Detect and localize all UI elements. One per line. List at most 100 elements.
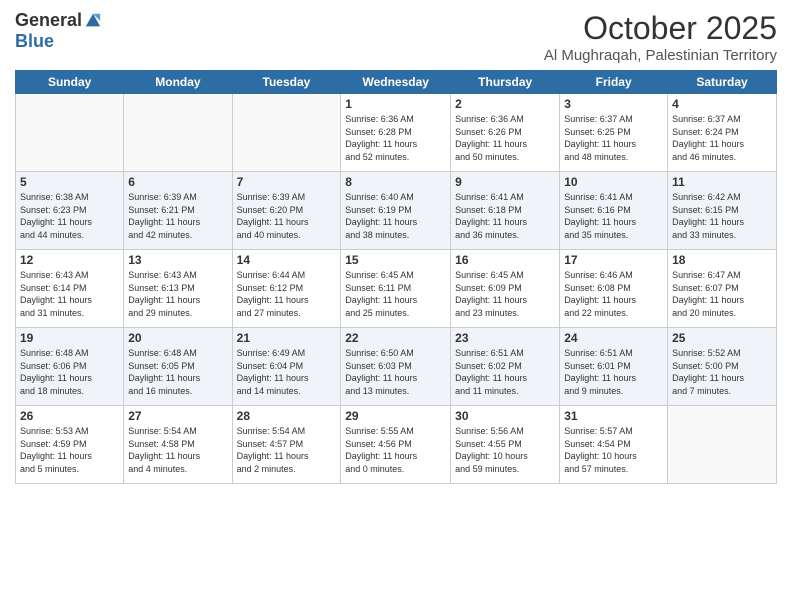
day-info: Sunrise: 6:45 AM Sunset: 6:09 PM Dayligh… bbox=[455, 269, 555, 319]
day-info: Sunrise: 6:44 AM Sunset: 6:12 PM Dayligh… bbox=[237, 269, 337, 319]
logo-general-text: General bbox=[15, 10, 82, 31]
header-thursday: Thursday bbox=[451, 71, 560, 94]
day-info: Sunrise: 6:41 AM Sunset: 6:18 PM Dayligh… bbox=[455, 191, 555, 241]
day-info: Sunrise: 6:47 AM Sunset: 6:07 PM Dayligh… bbox=[672, 269, 772, 319]
day-info: Sunrise: 6:49 AM Sunset: 6:04 PM Dayligh… bbox=[237, 347, 337, 397]
day-info: Sunrise: 5:55 AM Sunset: 4:56 PM Dayligh… bbox=[345, 425, 446, 475]
table-row: 7 Sunrise: 6:39 AM Sunset: 6:20 PM Daylig… bbox=[232, 172, 341, 250]
day-number: 15 bbox=[345, 253, 446, 267]
table-row: 10Sunrise: 6:41 AM Sunset: 6:16 PM Dayli… bbox=[560, 172, 668, 250]
table-row: 21 Sunrise: 6:49 AM Sunset: 6:04 PM Dayli… bbox=[232, 328, 341, 406]
table-row: 17 Sunrise: 6:46 AM Sunset: 6:08 PM Dayli… bbox=[560, 250, 668, 328]
day-number: 12 bbox=[20, 253, 119, 267]
day-number: 3 bbox=[564, 97, 663, 111]
day-number: 31 bbox=[564, 409, 663, 423]
logo-icon bbox=[84, 12, 102, 30]
calendar-table: Sunday Monday Tuesday Wednesday Thursday… bbox=[15, 70, 777, 484]
table-row: 13 Sunrise: 6:43 AM Sunset: 6:13 PM Dayli… bbox=[124, 250, 232, 328]
day-number: 9 bbox=[455, 175, 555, 189]
day-info: Sunrise: 6:39 AM Sunset: 6:20 PM Dayligh… bbox=[237, 191, 337, 241]
table-row: 28Sunrise: 5:54 AM Sunset: 4:57 PM Dayli… bbox=[232, 406, 341, 484]
day-info: Sunrise: 6:48 AM Sunset: 6:06 PM Dayligh… bbox=[20, 347, 119, 397]
day-number: 6 bbox=[128, 175, 227, 189]
day-number: 22 bbox=[345, 331, 446, 345]
day-number: 25 bbox=[672, 331, 772, 345]
day-number: 30 bbox=[455, 409, 555, 423]
day-info: Sunrise: 6:43 AM Sunset: 6:14 PM Dayligh… bbox=[20, 269, 119, 319]
header-sunday: Sunday bbox=[16, 71, 124, 94]
day-info: Sunrise: 6:46 AM Sunset: 6:08 PM Dayligh… bbox=[564, 269, 663, 319]
day-info: Sunrise: 5:54 AM Sunset: 4:58 PM Dayligh… bbox=[128, 425, 227, 475]
day-number: 1 bbox=[345, 97, 446, 111]
day-info: Sunrise: 6:36 AM Sunset: 6:26 PM Dayligh… bbox=[455, 113, 555, 163]
day-number: 17 bbox=[564, 253, 663, 267]
table-row bbox=[16, 94, 124, 172]
calendar-header-row: Sunday Monday Tuesday Wednesday Thursday… bbox=[16, 71, 777, 94]
table-row: 29Sunrise: 5:55 AM Sunset: 4:56 PM Dayli… bbox=[341, 406, 451, 484]
title-area: October 2025 Al Mughraqah, Palestinian T… bbox=[544, 10, 777, 64]
day-info: Sunrise: 5:54 AM Sunset: 4:57 PM Dayligh… bbox=[237, 425, 337, 475]
page: General Blue October 2025 Al Mughraqah, … bbox=[0, 0, 792, 612]
day-info: Sunrise: 6:37 AM Sunset: 6:25 PM Dayligh… bbox=[564, 113, 663, 163]
table-row: 24 Sunrise: 6:51 AM Sunset: 6:01 PM Dayli… bbox=[560, 328, 668, 406]
day-number: 18 bbox=[672, 253, 772, 267]
month-title: October 2025 bbox=[544, 10, 777, 47]
day-number: 21 bbox=[237, 331, 337, 345]
table-row: 5Sunrise: 6:38 AM Sunset: 6:23 PM Daylig… bbox=[16, 172, 124, 250]
day-number: 2 bbox=[455, 97, 555, 111]
header-friday: Friday bbox=[560, 71, 668, 94]
day-number: 4 bbox=[672, 97, 772, 111]
table-row: 6Sunrise: 6:39 AM Sunset: 6:21 PM Daylig… bbox=[124, 172, 232, 250]
table-row: 26 Sunrise: 5:53 AM Sunset: 4:59 PM Dayli… bbox=[16, 406, 124, 484]
table-row: 27Sunrise: 5:54 AM Sunset: 4:58 PM Dayli… bbox=[124, 406, 232, 484]
table-row: 14 Sunrise: 6:44 AM Sunset: 6:12 PM Dayli… bbox=[232, 250, 341, 328]
table-row: 9 Sunrise: 6:41 AM Sunset: 6:18 PM Daylig… bbox=[451, 172, 560, 250]
location-title: Al Mughraqah, Palestinian Territory bbox=[544, 47, 777, 64]
day-number: 24 bbox=[564, 331, 663, 345]
table-row: 18 Sunrise: 6:47 AM Sunset: 6:07 PM Dayli… bbox=[668, 250, 777, 328]
table-row bbox=[232, 94, 341, 172]
day-number: 20 bbox=[128, 331, 227, 345]
day-number: 26 bbox=[20, 409, 119, 423]
day-info: Sunrise: 6:50 AM Sunset: 6:03 PM Dayligh… bbox=[345, 347, 446, 397]
day-info: Sunrise: 6:51 AM Sunset: 6:02 PM Dayligh… bbox=[455, 347, 555, 397]
day-number: 13 bbox=[128, 253, 227, 267]
table-row: 20Sunrise: 6:48 AM Sunset: 6:05 PM Dayli… bbox=[124, 328, 232, 406]
day-number: 23 bbox=[455, 331, 555, 345]
day-info: Sunrise: 5:57 AM Sunset: 4:54 PM Dayligh… bbox=[564, 425, 663, 475]
table-row: 4Sunrise: 6:37 AM Sunset: 6:24 PM Daylig… bbox=[668, 94, 777, 172]
header-saturday: Saturday bbox=[668, 71, 777, 94]
day-info: Sunrise: 6:45 AM Sunset: 6:11 PM Dayligh… bbox=[345, 269, 446, 319]
day-info: Sunrise: 6:51 AM Sunset: 6:01 PM Dayligh… bbox=[564, 347, 663, 397]
header-wednesday: Wednesday bbox=[341, 71, 451, 94]
logo: General Blue bbox=[15, 10, 102, 52]
day-info: Sunrise: 6:43 AM Sunset: 6:13 PM Dayligh… bbox=[128, 269, 227, 319]
day-number: 11 bbox=[672, 175, 772, 189]
day-info: Sunrise: 6:42 AM Sunset: 6:15 PM Dayligh… bbox=[672, 191, 772, 241]
table-row: 3 Sunrise: 6:37 AM Sunset: 6:25 PM Daylig… bbox=[560, 94, 668, 172]
header: General Blue October 2025 Al Mughraqah, … bbox=[15, 10, 777, 64]
day-number: 14 bbox=[237, 253, 337, 267]
table-row: 2 Sunrise: 6:36 AM Sunset: 6:26 PM Daylig… bbox=[451, 94, 560, 172]
day-info: Sunrise: 5:53 AM Sunset: 4:59 PM Dayligh… bbox=[20, 425, 119, 475]
table-row bbox=[124, 94, 232, 172]
calendar-week-row: 1 Sunrise: 6:36 AM Sunset: 6:28 PM Daylig… bbox=[16, 94, 777, 172]
day-info: Sunrise: 5:52 AM Sunset: 5:00 PM Dayligh… bbox=[672, 347, 772, 397]
day-number: 16 bbox=[455, 253, 555, 267]
table-row: 12 Sunrise: 6:43 AM Sunset: 6:14 PM Dayli… bbox=[16, 250, 124, 328]
day-info: Sunrise: 6:36 AM Sunset: 6:28 PM Dayligh… bbox=[345, 113, 446, 163]
calendar-week-row: 5Sunrise: 6:38 AM Sunset: 6:23 PM Daylig… bbox=[16, 172, 777, 250]
table-row: 31 Sunrise: 5:57 AM Sunset: 4:54 PM Dayli… bbox=[560, 406, 668, 484]
day-number: 7 bbox=[237, 175, 337, 189]
table-row: 16 Sunrise: 6:45 AM Sunset: 6:09 PM Dayli… bbox=[451, 250, 560, 328]
day-info: Sunrise: 6:41 AM Sunset: 6:16 PM Dayligh… bbox=[564, 191, 663, 241]
table-row: 15 Sunrise: 6:45 AM Sunset: 6:11 PM Dayli… bbox=[341, 250, 451, 328]
table-row: 8Sunrise: 6:40 AM Sunset: 6:19 PM Daylig… bbox=[341, 172, 451, 250]
day-info: Sunrise: 5:56 AM Sunset: 4:55 PM Dayligh… bbox=[455, 425, 555, 475]
table-row: 30 Sunrise: 5:56 AM Sunset: 4:55 PM Dayli… bbox=[451, 406, 560, 484]
day-number: 19 bbox=[20, 331, 119, 345]
header-tuesday: Tuesday bbox=[232, 71, 341, 94]
calendar-week-row: 19 Sunrise: 6:48 AM Sunset: 6:06 PM Dayli… bbox=[16, 328, 777, 406]
table-row: 1 Sunrise: 6:36 AM Sunset: 6:28 PM Daylig… bbox=[341, 94, 451, 172]
day-number: 5 bbox=[20, 175, 119, 189]
